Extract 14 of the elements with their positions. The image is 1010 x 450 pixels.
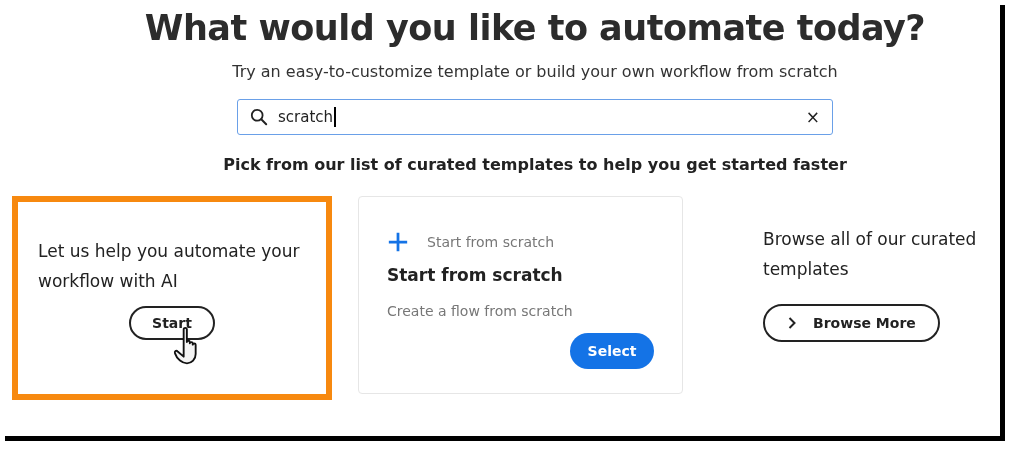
browse-more-button[interactable]: Browse More — [763, 304, 940, 342]
templates-prompt: Pick from our list of curated templates to help you get started faster — [223, 155, 847, 174]
ai-card-text: Let us help you automate your workflow with AI — [38, 240, 301, 293]
template-tag: Start from scratch — [427, 234, 555, 250]
clear-button[interactable]: × — [805, 107, 820, 127]
start-button[interactable]: Start — [129, 306, 215, 340]
search-value: scratch — [278, 108, 334, 126]
search-field[interactable]: scratch × — [237, 99, 833, 135]
template-description: Create a flow from scratch — [387, 303, 574, 319]
browse-text: Browse all of our curated templates — [763, 228, 978, 281]
page-subheading: Try an easy-to-customize template or build your own workflow from scratch — [232, 62, 838, 81]
template-title: Start from scratch — [387, 265, 564, 285]
select-button[interactable]: Select — [570, 333, 654, 369]
page-heading: What would you like to automate today? — [144, 8, 926, 48]
